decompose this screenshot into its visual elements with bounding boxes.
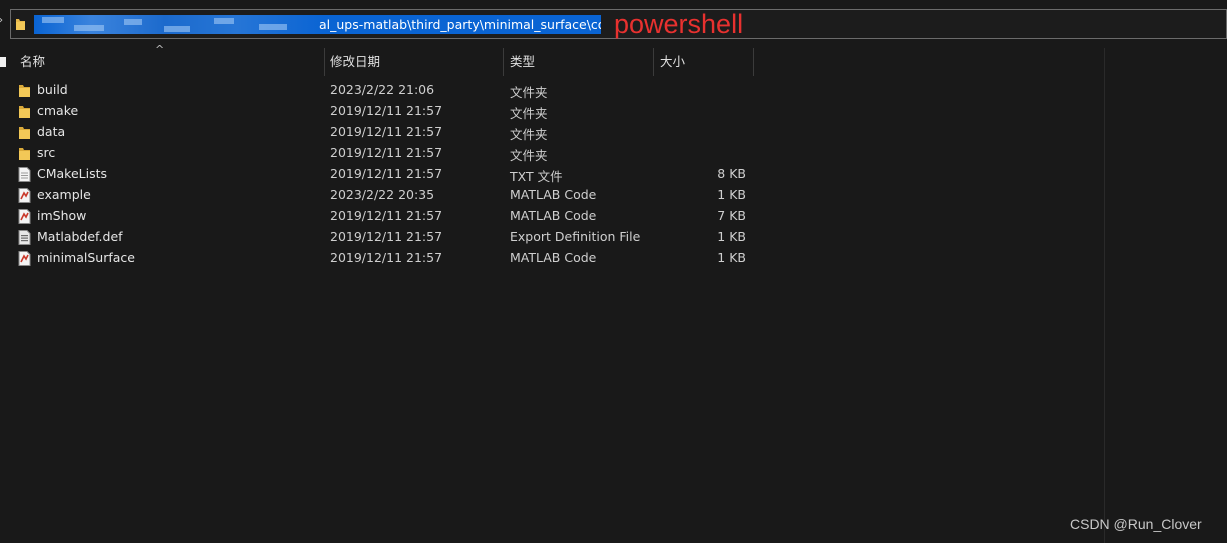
text-file-icon [18, 167, 31, 182]
file-date: 2019/12/11 21:57 [330, 229, 443, 244]
list-item[interactable]: cmake 2019/12/11 21:57 文件夹 [0, 101, 1105, 122]
file-type: 文件夹 [510, 106, 548, 121]
list-item[interactable]: Matlabdef.def 2019/12/11 21:57 Export Defi… [0, 227, 1105, 248]
file-date: 2023/2/22 21:06 [330, 82, 435, 97]
file-date: 2019/12/11 21:57 [330, 166, 443, 181]
list-item[interactable]: data 2019/12/11 21:57 文件夹 [0, 122, 1105, 143]
file-type: MATLAB Code [510, 208, 597, 223]
column-divider[interactable] [753, 48, 754, 76]
matlab-file-icon [18, 251, 31, 266]
file-size: 1 KB [717, 187, 746, 202]
def-file-icon [18, 230, 31, 245]
file-name: example [37, 187, 91, 202]
redacted-path-segment [34, 15, 324, 34]
file-type: Export Definition File [510, 229, 641, 244]
file-date: 2023/2/22 20:35 [330, 187, 435, 202]
column-header: ^ 名称 修改日期 类型 大小 [0, 43, 1105, 76]
watermark: CSDN @Run_Clover [1070, 516, 1202, 532]
file-name: build [37, 82, 68, 97]
file-date: 2019/12/11 21:57 [330, 103, 443, 118]
folder-icon [18, 146, 31, 161]
file-type: 文件夹 [510, 127, 548, 142]
folder-icon [18, 104, 31, 119]
file-name: data [37, 124, 66, 139]
file-list: build 2023/2/22 21:06 文件夹 cmake 2019/12/11 … [0, 80, 1105, 269]
file-size: 1 KB [717, 229, 746, 244]
address-path-selection[interactable]: al_ups-matlab\third_party\minimal_surfac… [34, 15, 601, 34]
file-name: Matlabdef.def [37, 229, 123, 244]
file-type: TXT 文件 [510, 169, 563, 184]
file-name: CMakeLists [37, 166, 108, 181]
file-type: MATLAB Code [510, 250, 597, 265]
column-header-type[interactable]: 类型 [504, 48, 653, 76]
file-type: 文件夹 [510, 85, 548, 100]
annotation-label: powershell [614, 9, 744, 39]
list-item[interactable]: example 2023/2/22 20:35 MATLAB Code 1 KB [0, 185, 1105, 206]
nav-arrow-icon[interactable]: › [0, 15, 7, 27]
file-name: cmake [37, 103, 79, 118]
column-header-size[interactable]: 大小 [654, 48, 753, 76]
list-item[interactable]: imShow 2019/12/11 21:57 MATLAB Code 7 KB [0, 206, 1105, 227]
matlab-file-icon [18, 188, 31, 203]
file-date: 2019/12/11 21:57 [330, 124, 443, 139]
folder-icon [18, 125, 31, 140]
list-item[interactable]: src 2019/12/11 21:57 文件夹 [0, 143, 1105, 164]
column-header-name[interactable]: 名称 [14, 48, 324, 76]
column-header-date[interactable]: 修改日期 [324, 48, 503, 76]
list-item[interactable]: build 2023/2/22 21:06 文件夹 [0, 80, 1105, 101]
folder-icon [16, 19, 25, 30]
file-date: 2019/12/11 21:57 [330, 145, 443, 160]
file-size: 7 KB [717, 208, 746, 223]
address-bar-area: › al_ups-matlab\third_party\minimal_surf… [0, 0, 1227, 48]
file-size: 1 KB [717, 250, 746, 265]
folder-icon [18, 83, 31, 98]
file-date: 2019/12/11 21:57 [330, 250, 443, 265]
file-type: 文件夹 [510, 148, 548, 163]
list-item[interactable]: minimalSurface 2019/12/11 21:57 MATLAB Cod… [0, 248, 1105, 269]
file-size: 8 KB [717, 166, 746, 181]
file-type: MATLAB Code [510, 187, 597, 202]
file-date: 2019/12/11 21:57 [330, 208, 443, 223]
file-name: src [37, 145, 56, 160]
matlab-file-icon [18, 209, 31, 224]
file-name: minimalSurface [37, 250, 135, 265]
address-path-text: al_ups-matlab\third_party\minimal_surfac… [319, 17, 601, 32]
file-name: imShow [37, 208, 87, 223]
list-item[interactable]: CMakeLists 2019/12/11 21:57 TXT 文件 8 KB [0, 164, 1105, 185]
